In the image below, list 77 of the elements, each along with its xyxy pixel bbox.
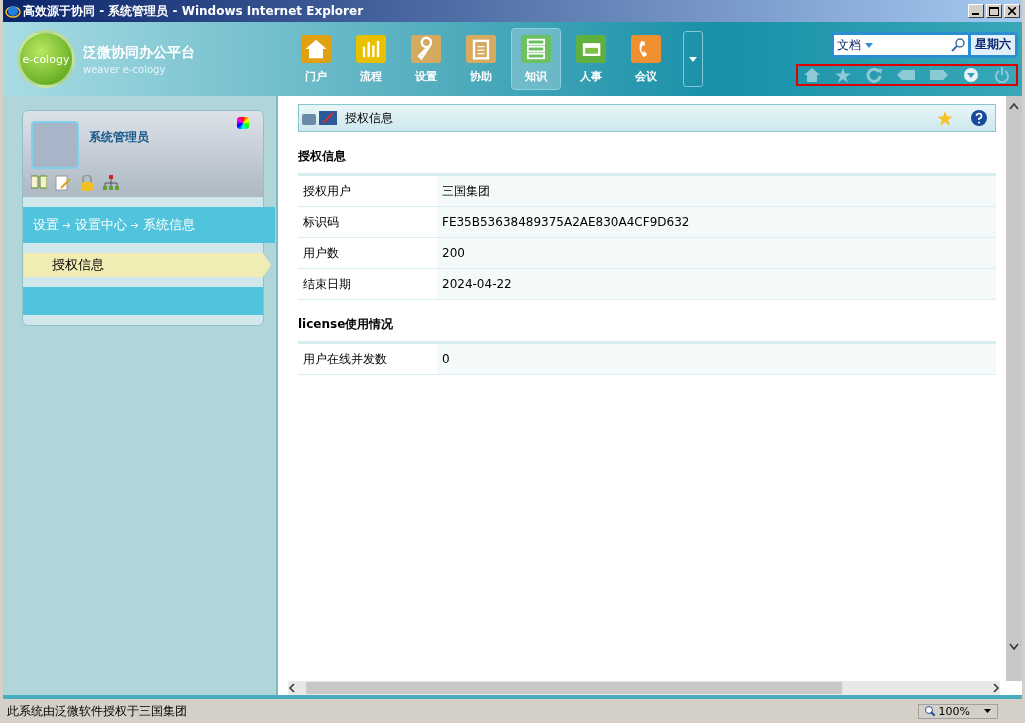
field-value: 三国集团 — [437, 176, 996, 206]
caret-icon — [984, 709, 991, 713]
field-label: 授权用户 — [302, 182, 352, 200]
maximize-button[interactable] — [986, 4, 1002, 18]
nav-tab[interactable]: 知识 — [511, 28, 561, 90]
nav-tab[interactable]: 协助 — [456, 28, 506, 90]
theme-icon[interactable] — [237, 117, 249, 129]
nav-tab[interactable]: 设置 — [401, 28, 451, 90]
note-icon[interactable] — [55, 175, 71, 191]
field-label: 结束日期 — [302, 275, 352, 293]
phone-icon — [631, 34, 661, 63]
caret-icon — [689, 56, 697, 62]
server-icon — [521, 34, 551, 63]
status-text: 此系统由泛微软件授权于三国集团 — [7, 702, 188, 720]
scroll-down-icon[interactable] — [1009, 643, 1019, 651]
star-icon[interactable] — [835, 67, 851, 83]
magnifier-icon — [924, 706, 935, 716]
scroll-up-icon[interactable] — [1009, 102, 1019, 110]
arrow-icon — [131, 221, 139, 229]
vertical-scrollbar[interactable] — [1006, 96, 1022, 681]
nav-tab[interactable]: 人事 — [566, 28, 616, 90]
tools-icon — [301, 109, 339, 127]
avatar-silhouette — [31, 121, 79, 169]
clipboard-icon — [466, 34, 496, 63]
power-icon[interactable] — [994, 67, 1010, 83]
scroll-left-icon[interactable] — [288, 683, 296, 693]
caret-icon — [865, 42, 873, 48]
breadcrumb-item[interactable]: 系统信息 — [143, 216, 195, 234]
window-title: 高效源于协同 - 系统管理员 - Windows Internet Explorer — [23, 2, 365, 20]
card-icon — [576, 34, 606, 63]
nav-tab[interactable]: 会议 — [621, 28, 671, 90]
field-value: 200 — [437, 238, 996, 268]
back-icon[interactable] — [897, 70, 915, 80]
wrench-icon — [411, 34, 441, 63]
field-value: 0 — [437, 344, 996, 374]
nav-tab[interactable]: 门户 — [291, 28, 341, 90]
field-value: FE35B53638489375A2AE830A4CF9D632 — [437, 207, 996, 237]
home-icon[interactable] — [804, 68, 820, 82]
section-heading: license使用情况 — [298, 316, 395, 333]
logo: e-cology — [17, 30, 75, 88]
horizontal-scrollbar[interactable] — [288, 681, 1000, 695]
field-value: 2024-04-22 — [437, 269, 996, 299]
close-button[interactable] — [1004, 4, 1020, 18]
weekday-label: 星期六 — [971, 35, 1015, 55]
star-icon[interactable] — [937, 110, 953, 126]
nav-tab[interactable]: 流程 — [346, 28, 396, 90]
breadcrumb-item[interactable]: 设置中心 — [75, 216, 127, 234]
field-label: 用户在线并发数 — [302, 350, 388, 368]
zoom-control[interactable]: 100% — [917, 703, 998, 719]
search-category[interactable]: 文档 — [837, 36, 861, 54]
book-icon[interactable] — [31, 175, 47, 189]
minimize-button[interactable] — [968, 4, 984, 18]
user-name[interactable]: 系统管理员 — [88, 129, 149, 146]
field-label: 用户数 — [302, 244, 340, 262]
forward-icon[interactable] — [930, 70, 948, 80]
menu-item[interactable]: 授权信息 — [24, 253, 271, 277]
home-icon — [301, 34, 331, 63]
breadcrumb-item[interactable]: 设置 — [33, 216, 59, 234]
platform-subtitle: weaver e-cology — [83, 63, 167, 75]
help-icon[interactable] — [971, 110, 987, 126]
close-icon — [1008, 7, 1016, 15]
lock-icon[interactable] — [79, 175, 95, 191]
maximize-icon — [989, 6, 999, 16]
more-button[interactable] — [683, 31, 703, 87]
search-field[interactable]: 文档 — [834, 35, 968, 55]
scroll-right-icon[interactable] — [992, 683, 1000, 693]
platform-name: 泛微协同办公平台 — [83, 43, 195, 62]
browser-icon — [5, 3, 21, 19]
arrow-icon — [63, 221, 71, 229]
chart-icon — [356, 34, 386, 63]
org-chart-icon[interactable] — [103, 175, 119, 191]
search-icon[interactable] — [951, 38, 965, 52]
field-label: 标识码 — [302, 213, 340, 231]
page-title: 授权信息 — [345, 109, 394, 127]
dropdown-icon[interactable] — [963, 67, 979, 83]
section-heading: 授权信息 — [298, 148, 347, 165]
refresh-icon[interactable] — [866, 67, 882, 83]
